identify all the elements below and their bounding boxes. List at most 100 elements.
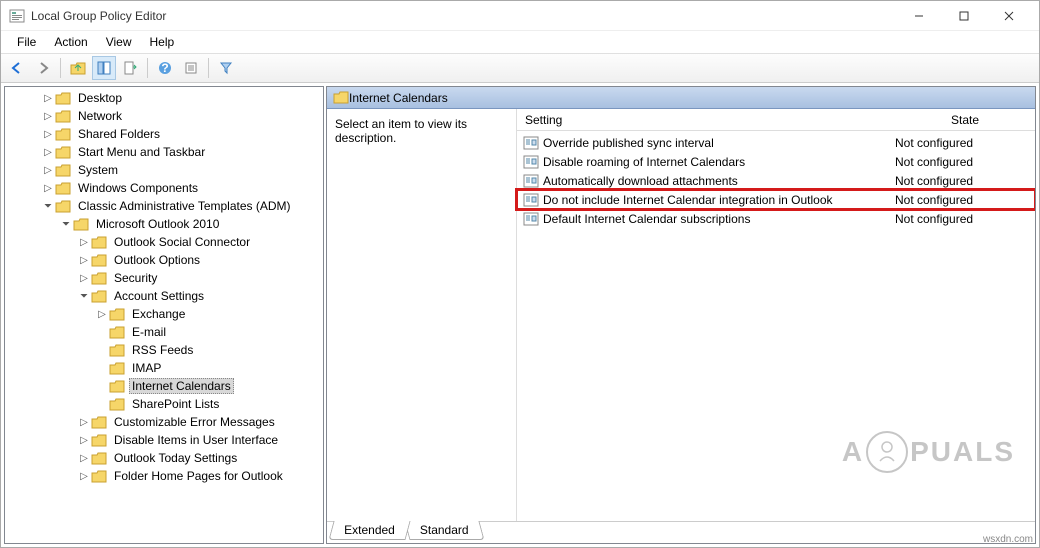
expand-icon[interactable]: ⏷	[41, 201, 55, 212]
expand-icon[interactable]: ▷	[41, 165, 55, 176]
details-title: Internet Calendars	[349, 91, 448, 105]
export-button[interactable]	[118, 56, 142, 80]
details-header: Internet Calendars	[327, 87, 1035, 109]
tree-node[interactable]: ⏷ Account Settings	[5, 287, 323, 305]
description-pane: Select an item to view its description.	[327, 109, 517, 521]
tree-node[interactable]: ⏷ Microsoft Outlook 2010	[5, 215, 323, 233]
filter-button[interactable]	[214, 56, 238, 80]
tree-label[interactable]: Customizable Error Messages	[111, 414, 278, 430]
tree-label[interactable]: E-mail	[129, 324, 169, 340]
expand-icon[interactable]: ▷	[77, 417, 91, 428]
tree-node[interactable]: ▷ Windows Components	[5, 179, 323, 197]
tree-label[interactable]: SharePoint Lists	[129, 396, 222, 412]
close-button[interactable]	[986, 2, 1031, 30]
tree-label[interactable]: Disable Items in User Interface	[111, 432, 281, 448]
tree-node[interactable]: SharePoint Lists	[5, 395, 323, 413]
expand-icon[interactable]: ▷	[95, 309, 109, 320]
tab-standard[interactable]: Standard	[404, 521, 484, 540]
tree-node[interactable]: ▷ Outlook Social Connector	[5, 233, 323, 251]
expand-icon[interactable]: ▷	[41, 129, 55, 140]
expand-icon[interactable]: ▷	[41, 111, 55, 122]
tree-node[interactable]: RSS Feeds	[5, 341, 323, 359]
minimize-button[interactable]	[896, 2, 941, 30]
tab-extended[interactable]: Extended	[328, 521, 410, 540]
tree-label[interactable]: Shared Folders	[75, 126, 163, 142]
tree-node[interactable]: ▷ Customizable Error Messages	[5, 413, 323, 431]
tree-node[interactable]: ▷ Outlook Options	[5, 251, 323, 269]
forward-button[interactable]	[31, 56, 55, 80]
tree-panel[interactable]: ▷ Desktop ▷ Network ▷ Shared Folders ▷ Start Me…	[4, 86, 324, 544]
tree-label[interactable]: Folder Home Pages for Outlook	[111, 468, 286, 484]
back-button[interactable]	[5, 56, 29, 80]
tree-label[interactable]: Exchange	[129, 306, 188, 322]
setting-row[interactable]: Disable roaming of Internet CalendarsNot…	[517, 152, 1035, 171]
details-panel: Internet Calendars Select an item to vie…	[326, 86, 1036, 544]
tree-node[interactable]: ▷ Disable Items in User Interface	[5, 431, 323, 449]
tree-node[interactable]: ▷ Security	[5, 269, 323, 287]
setting-row[interactable]: Automatically download attachmentsNot co…	[517, 171, 1035, 190]
menu-view[interactable]: View	[98, 33, 140, 51]
up-folder-button[interactable]	[66, 56, 90, 80]
expand-icon[interactable]: ▷	[41, 93, 55, 104]
setting-state: Not configured	[895, 155, 1035, 169]
tree-node[interactable]: Internet Calendars	[5, 377, 323, 395]
tree-node[interactable]: ▷ Desktop	[5, 89, 323, 107]
tree-label[interactable]: Outlook Options	[111, 252, 203, 268]
expand-icon[interactable]: ▷	[77, 273, 91, 284]
expand-icon[interactable]: ▷	[77, 435, 91, 446]
properties-button[interactable]	[179, 56, 203, 80]
expand-icon[interactable]: ▷	[41, 147, 55, 158]
expand-icon[interactable]: ⏷	[59, 219, 73, 230]
tree-label[interactable]: Internet Calendars	[129, 378, 234, 394]
expand-icon[interactable]: ▷	[41, 183, 55, 194]
tree-label[interactable]: Desktop	[75, 90, 125, 106]
setting-state: Not configured	[895, 136, 1035, 150]
setting-row[interactable]: Do not include Internet Calendar integra…	[517, 190, 1035, 209]
maximize-button[interactable]	[941, 2, 986, 30]
show-tree-button[interactable]	[92, 56, 116, 80]
setting-label: Default Internet Calendar subscriptions	[543, 212, 895, 226]
tree-label[interactable]: Start Menu and Taskbar	[75, 144, 208, 160]
setting-label: Automatically download attachments	[543, 174, 895, 188]
help-button[interactable]: ?	[153, 56, 177, 80]
setting-row[interactable]: Override published sync intervalNot conf…	[517, 133, 1035, 152]
tree-label[interactable]: Microsoft Outlook 2010	[93, 216, 222, 232]
tree-node[interactable]: ▷ Folder Home Pages for Outlook	[5, 467, 323, 485]
menu-action[interactable]: Action	[46, 33, 95, 51]
description-text: Select an item to view its description.	[335, 117, 467, 145]
setting-row[interactable]: Default Internet Calendar subscriptionsN…	[517, 209, 1035, 228]
tree-label[interactable]: Windows Components	[75, 180, 201, 196]
tree-node[interactable]: ▷ Exchange	[5, 305, 323, 323]
col-setting[interactable]: Setting	[517, 110, 895, 130]
setting-label: Do not include Internet Calendar integra…	[543, 193, 895, 207]
tree-label[interactable]: RSS Feeds	[129, 342, 196, 358]
column-headers[interactable]: Setting State	[517, 109, 1035, 131]
expand-icon[interactable]: ▷	[77, 255, 91, 266]
menu-help[interactable]: Help	[142, 33, 183, 51]
tree-node[interactable]: ▷ Network	[5, 107, 323, 125]
expand-icon[interactable]: ▷	[77, 237, 91, 248]
tree-node[interactable]: IMAP	[5, 359, 323, 377]
tree-node[interactable]: ▷ Start Menu and Taskbar	[5, 143, 323, 161]
expand-icon[interactable]: ⏷	[77, 291, 91, 302]
tree-node[interactable]: ▷ System	[5, 161, 323, 179]
tree-label[interactable]: System	[75, 162, 121, 178]
col-state[interactable]: State	[895, 110, 1035, 130]
tree-label[interactable]: Network	[75, 108, 125, 124]
svg-text:?: ?	[161, 61, 168, 75]
menu-file[interactable]: File	[9, 33, 44, 51]
tree-label[interactable]: Account Settings	[111, 288, 207, 304]
tree-node[interactable]: ▷ Shared Folders	[5, 125, 323, 143]
tree-node[interactable]: ▷ Outlook Today Settings	[5, 449, 323, 467]
tree-label[interactable]: IMAP	[129, 360, 164, 376]
tree-label[interactable]: Classic Administrative Templates (ADM)	[75, 198, 294, 214]
tree-label[interactable]: Outlook Today Settings	[111, 450, 240, 466]
expand-icon[interactable]: ▷	[77, 453, 91, 464]
toolbar-separator	[60, 58, 61, 78]
expand-icon[interactable]: ▷	[77, 471, 91, 482]
toolbar: ?	[1, 53, 1039, 83]
tree-label[interactable]: Security	[111, 270, 160, 286]
tree-label[interactable]: Outlook Social Connector	[111, 234, 253, 250]
tree-node[interactable]: E-mail	[5, 323, 323, 341]
tree-node[interactable]: ⏷ Classic Administrative Templates (ADM)	[5, 197, 323, 215]
